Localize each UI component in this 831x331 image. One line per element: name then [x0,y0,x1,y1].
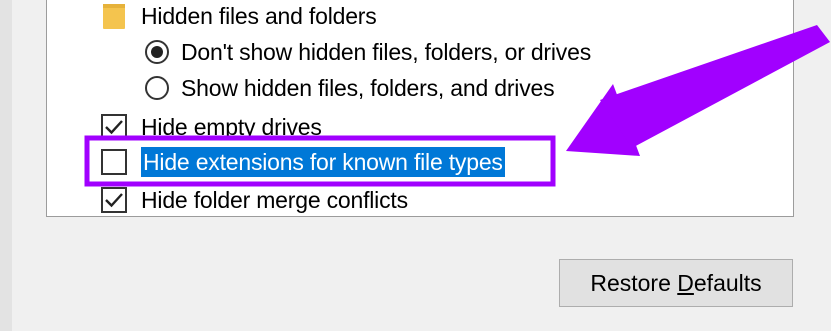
radio-show-hidden[interactable]: Show hidden files, folders, and drives [145,71,555,105]
checkbox-label-selected: Hide extensions for known file types [141,147,505,177]
radio-label: Don't show hidden files, folders, or dri… [181,38,591,65]
checkbox-hide-merge-conflicts[interactable]: Hide folder merge conflicts [101,183,408,216]
checkbox-hide-extensions[interactable]: Hide extensions for known file types [101,145,505,179]
radio-dot [151,46,163,58]
checkbox-unchecked[interactable] [101,149,127,175]
checkbox-checked[interactable] [101,114,127,140]
list-item-hidden-files-group: Hidden files and folders [47,0,747,33]
radio-dont-show-hidden[interactable]: Don't show hidden files, folders, or dri… [145,35,591,69]
restore-label-mnemonic: D [677,269,694,296]
window-edge [0,0,12,331]
advanced-settings-list[interactable]: Hidden files and folders Don't show hidd… [46,0,794,217]
checkmark-icon [105,120,123,135]
checkbox-label: Hide empty drives [141,113,322,140]
radio-button-selected[interactable] [145,40,169,64]
restore-label-suffix: efaults [693,269,762,296]
folder-icon [103,4,125,29]
checkbox-hide-empty-drives[interactable]: Hide empty drives [101,110,322,144]
checkbox-label: Hide folder merge conflicts [141,186,408,213]
checkbox-checked[interactable] [101,187,127,213]
group-label: Hidden files and folders [141,2,377,29]
radio-label: Show hidden files, folders, and drives [181,74,555,101]
restore-defaults-button[interactable]: Restore Defaults [559,259,793,307]
radio-button[interactable] [145,76,169,100]
restore-label-prefix: Restore [590,269,678,296]
checkmark-icon [105,193,123,208]
